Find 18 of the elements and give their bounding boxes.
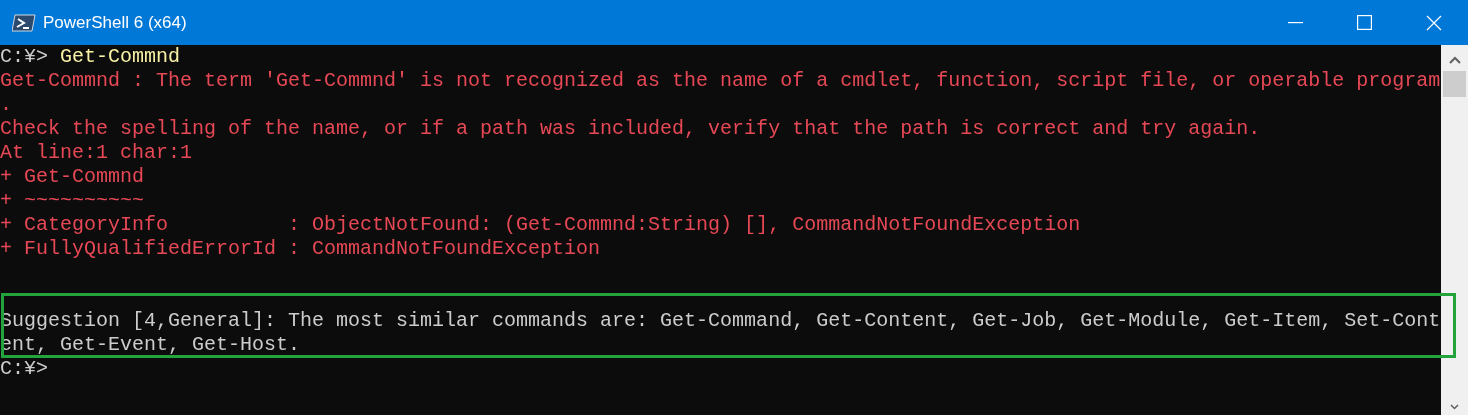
error-text: + FullyQualifiedErrorId : CommandNotFoundException <box>0 237 601 261</box>
minimize-icon <box>1288 21 1303 24</box>
error-text: Check the spelling of the name, or if a path was included, verify that the path is correct and try again. <box>0 117 1261 141</box>
maximize-icon <box>1357 15 1372 30</box>
error-text: At line:1 char:1 <box>0 141 193 165</box>
close-icon <box>1425 14 1442 31</box>
error-text: + Get-Commnd <box>0 165 145 189</box>
error-text: + ~~~~~~~~~~ <box>0 189 145 213</box>
prompt-text: C:¥> <box>0 357 48 381</box>
error-text: + CategoryInfo : ObjectNotFound: (Get-Commnd:String) [], CommandNotFoundException <box>0 213 1081 237</box>
output-text: Suggestion [4,General]: The most similar commands are: Get-Command, Get-Content, Get-Job, Get-Module, Get-Item, Set-Cont <box>0 309 1441 333</box>
error-text: Get-Commnd : The term 'Get-Commnd' is not recognized as the name of a cmdlet, function, script file, or operable program <box>0 69 1441 93</box>
command-text: Get-Commnd <box>60 45 181 69</box>
terminal-icon <box>12 13 36 32</box>
window-title: PowerShell 6 (x64) <box>43 11 187 34</box>
prompt-text: C:¥> <box>0 45 48 69</box>
error-text: . <box>0 93 12 117</box>
scrollbar-thumb[interactable] <box>1443 71 1466 97</box>
